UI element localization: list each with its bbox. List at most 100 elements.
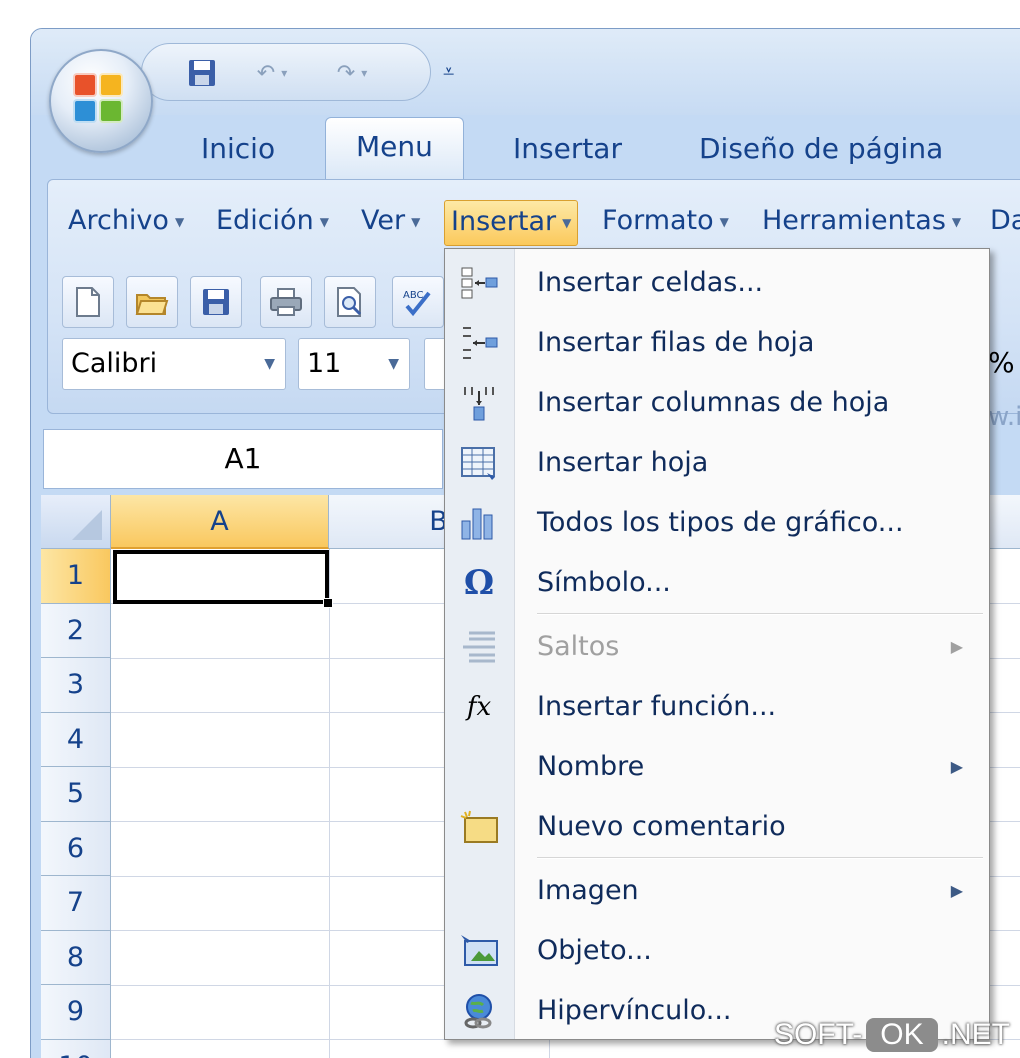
partial-link-text: w.i [988,402,1020,432]
menu-item-saltos: Saltos ▶ [445,617,989,677]
chevron-down-icon: ▼ [411,214,421,229]
row-header-5[interactable]: 5 [41,767,111,822]
menu-datos[interactable]: Da [990,200,1020,246]
menu-item-simbolo[interactable]: Ω Símbolo... [445,553,989,613]
gridline [329,549,330,1058]
menu-item-label: Insertar filas de hoja [537,327,815,358]
name-box[interactable]: A1 [43,429,443,489]
submenu-arrow-icon: ▶ [950,881,963,900]
tab-inicio[interactable]: Inicio [201,129,275,177]
chevron-down-icon: ▼ [174,214,185,229]
redo-icon[interactable]: ↷ ▾ [322,56,382,90]
spelling-icon[interactable]: ABC [392,276,444,328]
menu-item-insertar-funcion[interactable]: fx Insertar función... [445,677,989,737]
print-preview-icon[interactable] [324,276,376,328]
menu-item-imagen[interactable]: Imagen ▶ [445,861,989,921]
row-header-1[interactable]: 1 [41,549,111,604]
insert-cells-icon [459,265,499,301]
menu-item-label: Todos los tipos de gráfico... [537,507,904,538]
chevron-down-icon: ▼ [388,356,399,372]
menu-item-objeto[interactable]: Objeto... [445,921,989,981]
fill-handle[interactable] [323,598,333,608]
menu-herramientas[interactable]: Herramientas ▼ [762,200,961,246]
watermark: SOFT- OK .NET [774,1018,1010,1052]
open-folder-icon[interactable] [126,276,178,328]
submenu-arrow-icon: ▶ [950,757,963,776]
menu-ver[interactable]: Ver ▼ [361,200,420,246]
font-size-value: 11 [307,348,342,379]
row-header-7[interactable]: 7 [41,876,111,931]
watermark-left: SOFT- [773,1018,863,1051]
menu-item-label: Símbolo... [537,567,671,598]
active-cell-a1[interactable] [113,550,329,604]
select-all-corner[interactable] [41,495,111,549]
hyperlink-icon [459,993,499,1029]
percent-button[interactable]: % [988,346,1015,379]
menu-insertar[interactable]: Insertar ▼ [444,200,579,246]
column-header-a[interactable]: A [111,495,329,549]
comment-icon [459,809,499,845]
new-document-icon[interactable] [62,276,114,328]
menu-datos-label: Da [990,205,1020,236]
row-header-10[interactable]: 10 [41,1039,111,1058]
menu-ver-label: Ver [361,205,406,236]
insert-columns-icon [459,385,499,421]
menu-formato[interactable]: Formato ▼ [602,200,729,246]
save-toolbar-icon[interactable] [190,276,242,328]
menu-item-label: Insertar celdas... [537,267,764,298]
page-break-icon [459,629,499,665]
font-name-value: Calibri [71,348,158,379]
watermark-right: .NET [941,1018,1010,1051]
chevron-down-icon: ▼ [951,214,962,229]
font-name-combo[interactable]: Calibri ▼ [62,338,286,390]
chevron-down-icon: ▼ [319,214,329,229]
watermark-mid: OK [866,1018,938,1052]
row-header-9[interactable]: 9 [41,985,111,1040]
menu-item-nuevo-comentario[interactable]: Nuevo comentario [445,797,989,857]
menu-item-label: Saltos [537,631,620,662]
menu-archivo[interactable]: Archivo ▼ [68,200,184,246]
tab-diseno-pagina[interactable]: Diseño de página [699,129,943,177]
row-header-8[interactable]: 8 [41,930,111,985]
submenu-arrow-icon: ▶ [950,637,963,656]
menu-separator [537,613,983,615]
insert-sheet-icon [459,445,499,481]
menu-edicion[interactable]: Edición ▼ [216,200,329,246]
row-header-4[interactable]: 4 [41,712,111,767]
customize-arrow-icon[interactable]: ⩡ [443,59,454,83]
print-icon[interactable] [260,276,312,328]
menu-separator [537,857,983,859]
svg-text:ABC: ABC [403,290,424,301]
menu-item-label: Nuevo comentario [537,811,786,842]
quick-access-toolbar: ↶ ▾ ↷ ▾ [141,43,431,101]
chevron-down-icon: ▼ [719,214,729,229]
font-size-combo[interactable]: 11 ▼ [298,338,410,390]
chevron-down-icon: ▼ [562,215,572,230]
undo-icon[interactable]: ↶ ▾ [242,56,302,90]
tab-menu[interactable]: Menu [325,117,464,179]
menu-item-insertar-filas[interactable]: Insertar filas de hoja [445,313,989,373]
object-icon [459,933,499,969]
menu-item-insertar-hoja[interactable]: Insertar hoja [445,433,989,493]
row-header-6[interactable]: 6 [41,821,111,876]
office-button[interactable] [49,49,153,153]
tab-insertar[interactable]: Insertar [513,129,622,177]
chevron-down-icon: ▼ [264,356,275,372]
save-icon[interactable] [182,56,222,90]
menu-item-insertar-celdas[interactable]: Insertar celdas... [445,253,989,313]
row-header-2[interactable]: 2 [41,603,111,658]
menu-herramientas-label: Herramientas [762,205,946,236]
menu-item-grafico[interactable]: Todos los tipos de gráfico... [445,493,989,553]
menu-item-label: Insertar función... [537,691,777,722]
menu-item-nombre[interactable]: Nombre ▶ [445,737,989,797]
menu-item-label: Nombre [537,751,645,782]
menu-item-insertar-columnas[interactable]: Insertar columnas de hoja [445,373,989,433]
menu-insertar-label: Insertar [451,206,557,237]
function-icon: fx [466,692,492,722]
insert-menu-dropdown: Insertar celdas... Insertar filas de hoj… [444,248,990,1040]
office-logo-icon [73,73,129,129]
menu-item-label: Imagen [537,875,639,906]
menu-item-label: Hipervínculo... [537,995,732,1026]
row-header-3[interactable]: 3 [41,658,111,713]
menu-item-label: Insertar columnas de hoja [537,387,890,418]
